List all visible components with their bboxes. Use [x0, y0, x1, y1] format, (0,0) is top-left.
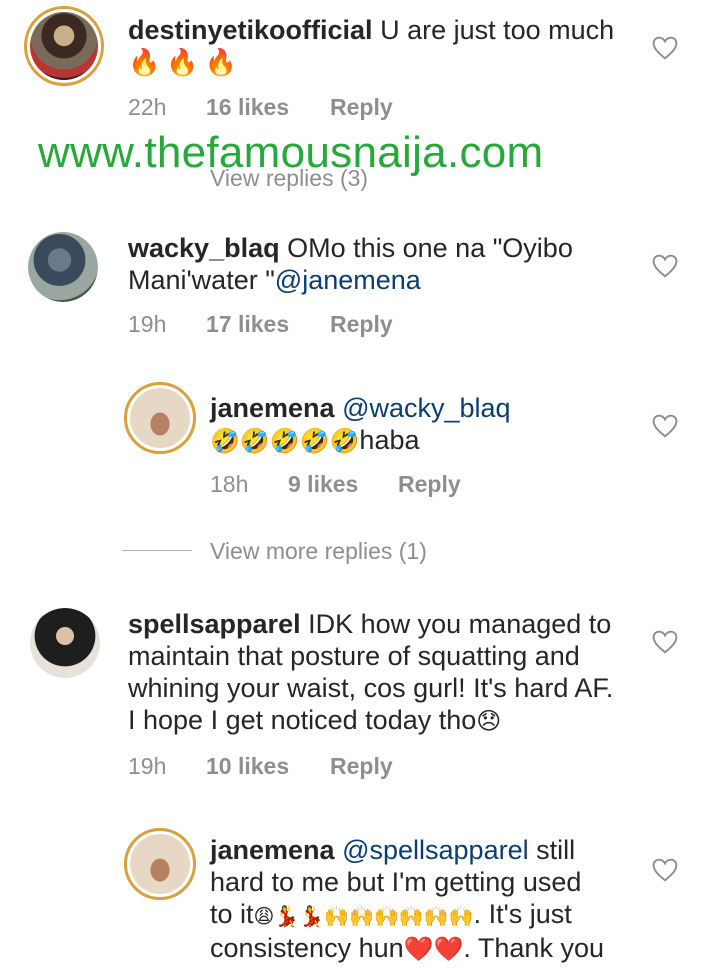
heart-icon[interactable]	[652, 630, 678, 654]
likes-count[interactable]: 17 likes	[206, 311, 289, 338]
comment-body-line1: OMo this one na "Oyibo	[287, 233, 573, 263]
username[interactable]: wacky_blaq	[128, 233, 280, 263]
comment-body-line3: whining your waist, cos gurl! It's hard …	[128, 673, 614, 703]
disappointed-emoji: 😞	[476, 707, 502, 735]
avatar[interactable]	[28, 232, 98, 302]
comment-body-line2: maintain that posture of squatting and	[128, 641, 580, 671]
reply-button[interactable]: Reply	[330, 94, 393, 121]
likes-count[interactable]: 9 likes	[288, 471, 358, 498]
comment-body-line3b: . It's just	[473, 899, 572, 929]
comment-body: haba	[359, 425, 420, 455]
avatar[interactable]	[24, 6, 104, 86]
comment-text: wacky_blaq OMo this one na "Oyibo Mani'w…	[128, 232, 648, 296]
replies-divider	[122, 550, 192, 551]
view-more-replies-link[interactable]: View more replies (1)	[210, 538, 427, 565]
mention-link[interactable]: @spellsapparel	[342, 835, 529, 865]
likes-count[interactable]: 16 likes	[206, 94, 289, 121]
username[interactable]: destinyetikoofficial	[128, 15, 373, 45]
heart-emoji: ❤️❤️	[403, 935, 464, 963]
timestamp: 22h	[128, 94, 167, 120]
comment-body: U are just too much	[380, 15, 615, 45]
timestamp: 19h	[128, 311, 167, 337]
comment-body-line4b: . Thank you	[463, 933, 604, 963]
comment-text: janemena @wacky_blaq 🤣🤣🤣🤣🤣haba	[210, 392, 650, 457]
username[interactable]: janemena	[210, 835, 335, 865]
comment-body-line4a: consistency hun	[210, 933, 404, 963]
fire-emoji: 🔥🔥🔥	[128, 48, 244, 78]
avatar[interactable]	[30, 608, 100, 678]
reply-button[interactable]: Reply	[330, 311, 393, 338]
reply-button[interactable]: Reply	[330, 753, 393, 780]
comment-meta: 19h 17 likes Reply	[128, 311, 528, 341]
mention-link[interactable]: @janemena	[275, 265, 421, 295]
comment-text: destinyetikoofficial U are just too much…	[128, 14, 648, 79]
comment-body-line2: hard to me but I'm getting used	[210, 867, 582, 897]
timestamp: 19h	[128, 753, 167, 779]
comment-meta: 19h 10 likes Reply	[128, 753, 528, 783]
rofl-emoji: 🤣🤣🤣🤣🤣	[210, 427, 360, 455]
mention-link[interactable]: @wacky_blaq	[342, 393, 511, 423]
comment-body-line1: still	[536, 835, 576, 865]
avatar[interactable]	[124, 828, 196, 900]
reply-button[interactable]: Reply	[398, 471, 461, 498]
comment-body-line2: Mani'water "	[128, 265, 275, 295]
username[interactable]: spellsapparel	[128, 609, 301, 639]
reply-janemena-1: janemena @wacky_blaq 🤣🤣🤣🤣🤣haba 18h 9 lik…	[0, 380, 720, 570]
comment-text: spellsapparel IDK how you managed to mai…	[128, 608, 668, 737]
comment-text: janemena @spellsapparel still hard to me…	[210, 834, 670, 965]
timestamp: 18h	[210, 471, 249, 497]
heart-icon[interactable]	[652, 254, 678, 278]
comment-body-line1: IDK how you managed to	[308, 609, 612, 639]
heart-icon[interactable]	[652, 858, 678, 882]
comment-spellsapparel: spellsapparel IDK how you managed to mai…	[0, 596, 720, 796]
comment-body-line4: I hope I get noticed today tho	[128, 705, 477, 735]
comment-wacky-blaq: wacky_blaq OMo this one na "Oyibo Mani'w…	[0, 220, 720, 340]
emoji-sequence: 😩💃💃🙌🙌🙌🙌🙌🙌	[253, 904, 474, 928]
username[interactable]: janemena	[210, 393, 335, 423]
heart-icon[interactable]	[652, 414, 678, 438]
comment-body-line3a: to it	[210, 899, 254, 929]
likes-count[interactable]: 10 likes	[206, 753, 289, 780]
watermark: www.thefamousnaija.com	[38, 128, 544, 177]
comment-meta: 18h 9 likes Reply	[210, 471, 610, 501]
comment-meta: 22h 16 likes Reply	[128, 94, 528, 124]
heart-icon[interactable]	[652, 36, 678, 60]
avatar[interactable]	[124, 382, 196, 454]
reply-janemena-2: janemena @spellsapparel still hard to me…	[0, 826, 720, 968]
